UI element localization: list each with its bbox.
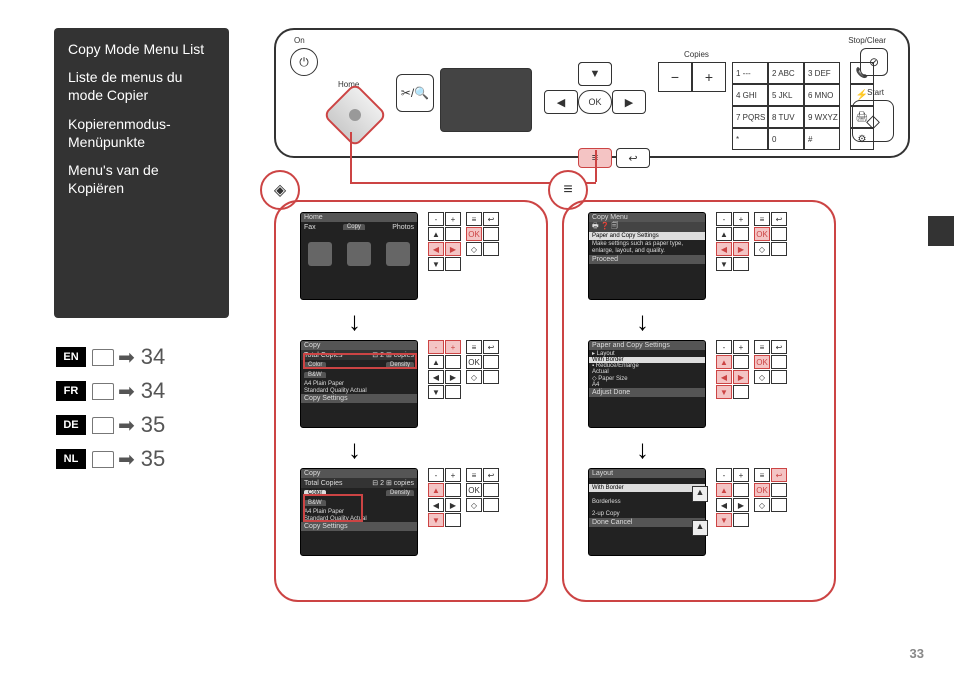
copy-icon <box>347 242 371 266</box>
ref-nl: NL➡35 <box>56 446 165 472</box>
key-4[interactable]: 4 GHI <box>732 84 768 106</box>
zoom-button[interactable]: ✂/🔍 <box>396 74 434 112</box>
ref-de: DE➡35 <box>56 412 165 438</box>
arrow-icon: ➡ <box>118 345 135 370</box>
page: Copy Mode Menu List Liste de menus du mo… <box>0 0 954 673</box>
pad-copy2-b: ≡↩OK◇ <box>466 468 500 512</box>
on-label: On <box>294 36 305 45</box>
fax-icon <box>308 242 332 266</box>
key-star[interactable]: * <box>732 128 768 150</box>
keypad: 1 --- 2 ABC 3 DEF 4 GHI 5 JKL 6 MNO 7 PQ… <box>732 62 840 150</box>
arrow-icon: ➡ <box>118 413 135 438</box>
key-3[interactable]: 3 DEF <box>804 62 840 84</box>
pad-home-a: -+▲◀▶▼ <box>428 212 462 271</box>
connector-home <box>350 132 352 182</box>
screen-pcs: Paper and Copy Settings ▸ Layout With Bo… <box>588 340 706 428</box>
copies-label: Copies <box>684 50 709 59</box>
page-tab <box>928 216 954 246</box>
screen-copy-1: Copy Total Copies⊟ 2 ⊞ copies ColorDensi… <box>300 340 418 428</box>
key-6[interactable]: 6 MNO <box>804 84 840 106</box>
power-button[interactable] <box>290 48 318 76</box>
arrow-down-icon: ↓ <box>636 434 649 465</box>
pad-lay-a: -+▲◀▶▼ <box>716 468 750 527</box>
pad-pcs-a: -+▲◀▶▼ <box>716 340 750 399</box>
nav-ok[interactable]: OK <box>578 90 612 114</box>
back-button[interactable]: ↩ <box>616 148 650 168</box>
key-hash[interactable]: # <box>804 128 840 150</box>
title-en: Copy Mode Menu List <box>68 40 215 58</box>
start-button[interactable]: ◇ <box>852 100 894 142</box>
home-button[interactable] <box>322 82 387 147</box>
book-icon <box>92 417 114 434</box>
pad-home-b: ≡↩OK◇ <box>466 212 500 256</box>
stop-button[interactable]: ⊘ <box>860 48 888 76</box>
pad-copy1-a: -+▲◀▶▼ <box>428 340 462 399</box>
start-label: Start <box>867 88 884 97</box>
pad-cm-b: ≡↩OK◇ <box>754 212 788 256</box>
ref-fr: FR➡34 <box>56 378 165 404</box>
arrow-icon: ➡ <box>118 379 135 404</box>
ref-en: EN➡34 <box>56 344 165 370</box>
key-0[interactable]: 0 <box>768 128 804 150</box>
book-icon <box>92 383 114 400</box>
screen-layout: Layout With Border Borderless 2-up Copy … <box>588 468 706 556</box>
key-2[interactable]: 2 ABC <box>768 62 804 84</box>
key-9[interactable]: 9 WXYZ <box>804 106 840 128</box>
photos-icon <box>386 242 410 266</box>
key-7[interactable]: 7 PQRS <box>732 106 768 128</box>
control-panel: On Home ✂/🔍 ▲ ▼ ◀ ▶ OK ≡ ↩ Copies − + 1 … <box>274 28 910 158</box>
arrow-down-icon: ↓ <box>348 434 361 465</box>
arrow-down-icon: ↓ <box>348 306 361 337</box>
lcd-screen <box>440 68 532 132</box>
stop-label: Stop/Clear <box>848 36 886 45</box>
pad-lay-b: ≡↩OK◇ <box>754 468 788 512</box>
title-fr: Liste de menus du mode Copier <box>68 68 215 104</box>
up-icon: ▲ <box>692 520 708 536</box>
title-block: Copy Mode Menu List Liste de menus du mo… <box>54 28 229 318</box>
key-1[interactable]: 1 --- <box>732 62 768 84</box>
pad-copy2-a: -+▲◀▶▼ <box>428 468 462 527</box>
nav-left[interactable]: ◀ <box>544 90 578 114</box>
screen-home: Home FaxCopyPhotos <box>300 212 418 300</box>
nav-down[interactable]: ▼ <box>578 62 612 86</box>
pad-copy1-b: ≡↩OK◇ <box>466 340 500 384</box>
arrow-down-icon: ↓ <box>636 306 649 337</box>
up-icon: ▲ <box>692 486 708 502</box>
page-references: EN➡34 FR➡34 DE➡35 NL➡35 <box>56 344 165 480</box>
minus-button[interactable]: − <box>658 62 692 92</box>
page-number: 33 <box>910 646 924 661</box>
key-5[interactable]: 5 JKL <box>768 84 804 106</box>
copies-buttons: − + <box>658 62 726 92</box>
screen-copy-2: Copy Total Copies⊟ 2 ⊞ copies ColorDensi… <box>300 468 418 556</box>
book-icon <box>92 349 114 366</box>
book-icon <box>92 451 114 468</box>
title-de: Kopierenmodus-Menüpunkte <box>68 115 215 151</box>
title-nl: Menu's van de Kopiëren <box>68 161 215 197</box>
nav-right[interactable]: ▶ <box>612 90 646 114</box>
plus-button[interactable]: + <box>692 62 726 92</box>
nav-pad: ▲ ▼ ◀ ▶ OK <box>540 62 648 140</box>
connector-menu <box>595 150 597 182</box>
key-8[interactable]: 8 TUV <box>768 106 804 128</box>
screen-copy-menu: Copy Menu 🖶 ❓ 🗐 Paper and Copy Settings … <box>588 212 706 300</box>
pad-pcs-b: ≡↩OK◇ <box>754 340 788 384</box>
arrow-icon: ➡ <box>118 447 135 472</box>
pad-cm-a: -+▲◀▶▼ <box>716 212 750 271</box>
